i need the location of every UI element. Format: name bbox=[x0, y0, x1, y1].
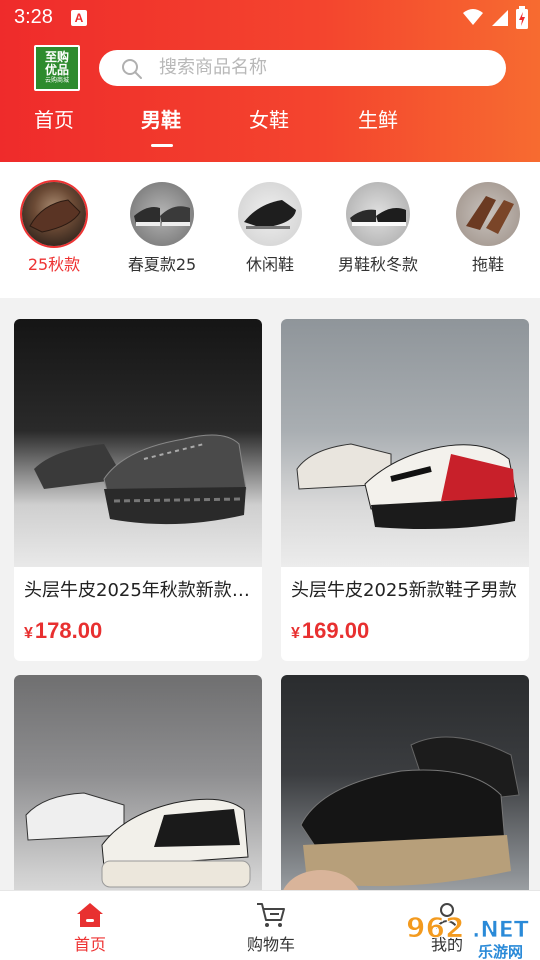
currency-symbol: ¥ bbox=[291, 625, 300, 642]
status-time: 3:28 bbox=[14, 6, 53, 28]
home-icon bbox=[77, 903, 103, 927]
tab-fresh-food[interactable]: 生鲜 bbox=[358, 106, 398, 134]
nav-cart-label: 购物车 bbox=[246, 935, 295, 954]
wifi-icon bbox=[463, 9, 483, 25]
product-image bbox=[14, 319, 262, 567]
nav-home-label: 首页 bbox=[73, 935, 106, 954]
product-image bbox=[281, 319, 529, 567]
subcategory-image bbox=[130, 182, 194, 246]
product-title: 头层牛皮2025新款鞋子男款 bbox=[291, 580, 517, 601]
product-card[interactable]: 头层牛皮2025新款鞋子男款 ¥169.00 bbox=[281, 319, 529, 661]
product-card[interactable] bbox=[14, 675, 262, 890]
search-placeholder: 搜索商品名称 bbox=[159, 57, 267, 78]
svg-text:.NET: .NET bbox=[472, 918, 529, 943]
price-value: 178.00 bbox=[34, 618, 103, 643]
notification-app-icon: A bbox=[71, 10, 87, 26]
tab-home[interactable]: 首页 bbox=[34, 106, 74, 134]
app-logo[interactable]: 至购 优品 云购商城 bbox=[34, 45, 80, 91]
subcategory-item[interactable]: 拖鞋 bbox=[433, 182, 540, 276]
logo-text-line3: 云购商城 bbox=[44, 77, 69, 84]
subcategory-item[interactable]: 25秋款 bbox=[0, 182, 109, 276]
battery-icon bbox=[516, 6, 528, 29]
tab-womens-shoes[interactable]: 女鞋 bbox=[249, 106, 289, 134]
subcategory-image bbox=[22, 182, 86, 246]
app-header: 3:28 A 至购 优品 云购商城 搜索商品名称 首页 男鞋 女鞋 生鲜 bbox=[0, 0, 540, 162]
svg-text:962: 962 bbox=[406, 911, 464, 944]
tab-mens-shoes[interactable]: 男鞋 bbox=[141, 106, 181, 134]
subcategory-image bbox=[456, 182, 520, 246]
subcategory-image bbox=[238, 182, 302, 246]
subcategory-item[interactable]: 春夏款25 bbox=[107, 182, 217, 276]
subcategory-label: 25秋款 bbox=[27, 255, 81, 274]
subcategory-row: 25秋款 春夏款25 休闲鞋 男鞋秋冬款 拖鞋 bbox=[0, 162, 540, 298]
product-card[interactable]: 头层牛皮2025年秋款新款男鞋 ¥178.00 bbox=[14, 319, 262, 661]
site-watermark-logo: 962 .NET 乐游网 bbox=[406, 911, 530, 960]
category-tabs: 首页 男鞋 女鞋 生鲜 bbox=[0, 100, 540, 150]
currency-symbol: ¥ bbox=[24, 625, 33, 642]
product-price: ¥169.00 bbox=[281, 603, 529, 648]
nav-home[interactable]: 首页 bbox=[35, 899, 145, 955]
product-grid: 头层牛皮2025年秋款新款男鞋 ¥178.00 头层牛皮2025新款鞋子男款 ¥… bbox=[0, 298, 540, 890]
product-price: ¥178.00 bbox=[14, 603, 262, 648]
subcategory-label: 休闲鞋 bbox=[245, 255, 294, 274]
search-input[interactable]: 搜索商品名称 bbox=[99, 50, 506, 86]
product-image bbox=[281, 675, 529, 890]
subcategory-image bbox=[346, 182, 410, 246]
subcategory-item[interactable]: 男鞋秋冬款 bbox=[323, 182, 433, 276]
signal-icon bbox=[492, 10, 508, 26]
product-image bbox=[14, 675, 262, 890]
subcategory-label: 男鞋秋冬款 bbox=[337, 255, 418, 274]
svg-text:乐游网: 乐游网 bbox=[478, 943, 523, 960]
nav-cart[interactable]: 购物车 bbox=[216, 899, 326, 955]
product-title: 头层牛皮2025年秋款新款男鞋 bbox=[24, 580, 262, 601]
cart-icon bbox=[257, 903, 285, 927]
status-bar: 3:28 A bbox=[0, 0, 540, 36]
subcategory-label: 春夏款25 bbox=[127, 255, 197, 274]
active-tab-indicator bbox=[151, 144, 173, 147]
search-icon bbox=[122, 59, 142, 79]
subcategory-item[interactable]: 休闲鞋 bbox=[215, 182, 325, 276]
subcategory-label: 拖鞋 bbox=[471, 255, 504, 274]
product-card[interactable] bbox=[281, 675, 529, 890]
logo-text-line2: 优品 bbox=[44, 63, 69, 77]
price-value: 169.00 bbox=[301, 618, 370, 643]
